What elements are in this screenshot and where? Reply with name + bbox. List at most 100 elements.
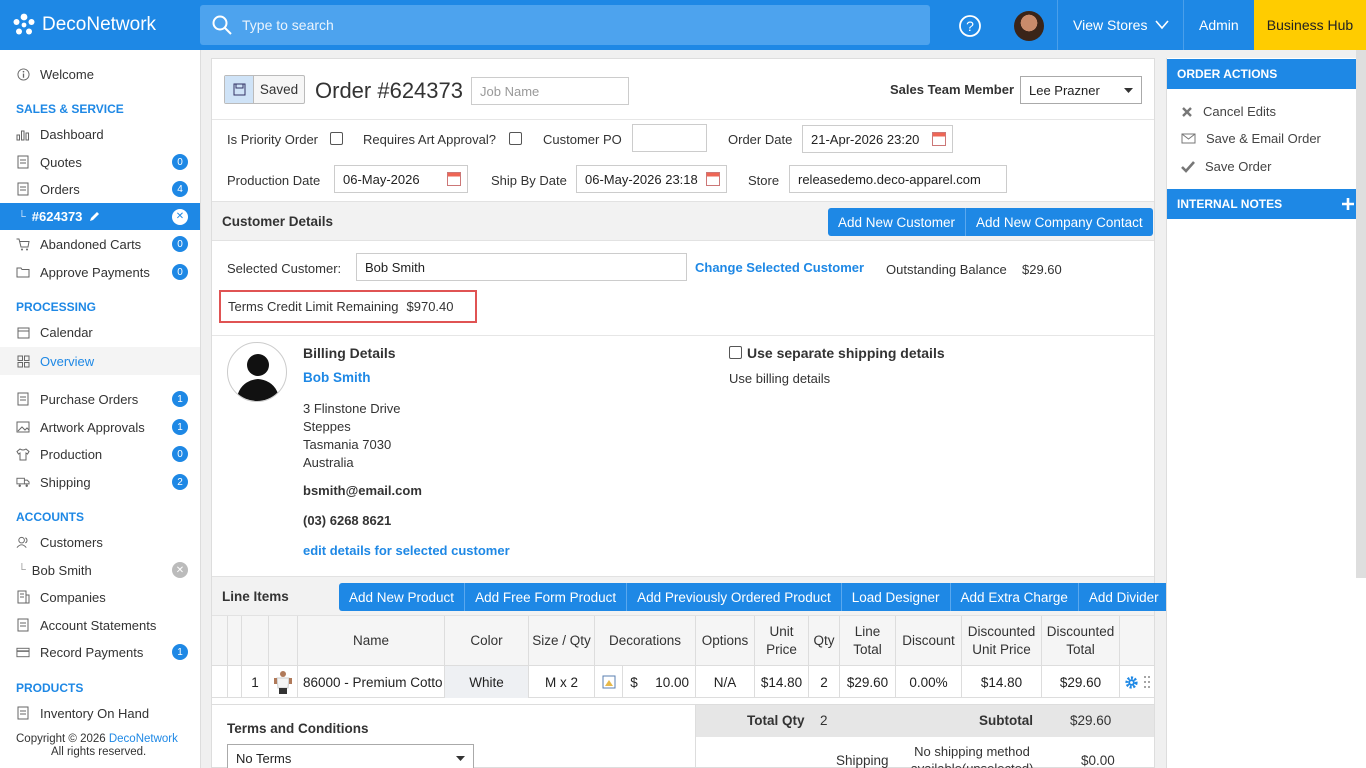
col-image — [269, 616, 298, 666]
sidebar-item-overview[interactable]: Overview — [0, 347, 200, 375]
sidebar-item-companies[interactable]: Companies — [0, 584, 200, 610]
sidebar-item-current-customer[interactable]: └ Bob Smith ✕ — [0, 557, 200, 583]
change-customer-link[interactable]: Change Selected Customer — [695, 260, 864, 275]
col-line-total[interactable]: Line Total — [840, 616, 896, 666]
terms-select[interactable]: No Terms — [227, 744, 474, 768]
sidebar-item-customers[interactable]: Customers — [0, 529, 200, 555]
add-extra-charge-button[interactable]: Add Extra Charge — [951, 583, 1079, 611]
shipping-method: No shipping method available(unselected) — [902, 743, 1042, 768]
sidebar-item-dashboard[interactable]: Dashboard — [0, 121, 200, 147]
sidebar-item-calendar[interactable]: Calendar — [0, 319, 200, 345]
col-discounted-unit[interactable]: Discounted Unit Price — [962, 616, 1042, 666]
product-thumbnail[interactable] — [269, 666, 298, 698]
col-discounted-total[interactable]: Discounted Total — [1042, 616, 1120, 666]
add-divider-button[interactable]: Add Divider — [1079, 583, 1169, 611]
product-name-cell[interactable]: 86000 - Premium Cotto — [298, 666, 445, 698]
col-options[interactable]: Options — [696, 616, 755, 666]
view-stores-menu[interactable]: View Stores — [1073, 0, 1170, 50]
line-items-header: Line Items Add New Product Add Free Form… — [212, 576, 1169, 616]
plus-icon[interactable] — [1341, 197, 1355, 211]
add-company-contact-button[interactable]: Add New Company Contact — [966, 208, 1153, 236]
priority-checkbox[interactable] — [330, 132, 343, 145]
address-line: Australia — [303, 455, 354, 470]
save-order-button[interactable]: Save Order — [1181, 159, 1271, 174]
col-discount[interactable]: Discount — [896, 616, 962, 666]
discount-cell[interactable]: 0.00% — [896, 666, 962, 698]
art-approval-checkbox[interactable] — [509, 132, 522, 145]
col-decorations[interactable]: Decorations — [595, 616, 696, 666]
logo[interactable]: DecoNetwork — [12, 13, 156, 37]
sidebar-item-production[interactable]: Production 0 — [0, 441, 200, 467]
user-avatar[interactable] — [1014, 11, 1044, 41]
sidebar-item-abandoned-carts[interactable]: Abandoned Carts 0 — [0, 231, 200, 257]
sidebar-item-artwork-approvals[interactable]: Artwork Approvals 1 — [0, 414, 200, 440]
col-color[interactable]: Color — [445, 616, 529, 666]
sidebar-item-welcome[interactable]: Welcome — [0, 61, 200, 87]
ship-by-input[interactable]: 06-May-2026 23:18 — [576, 165, 727, 193]
sidebar-item-quotes[interactable]: Quotes 0 — [0, 149, 200, 175]
separate-shipping-checkbox[interactable] — [729, 346, 742, 359]
admin-link[interactable]: Admin — [1199, 0, 1239, 50]
search-input[interactable]: Type to search — [200, 5, 930, 45]
order-panel: Saved Order #624373 Job Name Sales Team … — [211, 58, 1169, 768]
drag-handle-icon[interactable] — [1143, 675, 1151, 689]
copyright-link[interactable]: DecoNetwork — [109, 733, 178, 745]
sidebar-item-approve-payments[interactable]: Approve Payments 0 — [0, 259, 200, 285]
sidebar-item-account-statements[interactable]: Account Statements — [0, 612, 200, 638]
calendar-icon[interactable] — [706, 172, 720, 186]
color-cell[interactable]: White — [445, 666, 529, 698]
selected-customer-input[interactable]: Bob Smith — [356, 253, 687, 281]
line-total-cell: $29.60 — [840, 666, 896, 698]
subtotal-label: Subtotal — [979, 713, 1033, 728]
customer-po-input[interactable] — [632, 124, 707, 152]
gear-icon[interactable] — [1124, 675, 1139, 690]
edit-customer-link[interactable]: edit details for selected customer — [303, 543, 510, 558]
order-date-label: Order Date — [728, 132, 793, 147]
decoration-icon[interactable] — [595, 666, 623, 698]
calendar-icon[interactable] — [932, 132, 946, 146]
users-icon — [16, 535, 30, 549]
unit-price-cell[interactable]: $14.80 — [755, 666, 809, 698]
scrollbar[interactable] — [1356, 50, 1366, 578]
col-qty[interactable]: Qty — [809, 616, 840, 666]
col-name[interactable]: Name — [298, 616, 445, 666]
load-designer-button[interactable]: Load Designer — [842, 583, 951, 611]
sidebar-item-shipping[interactable]: Shipping 2 — [0, 469, 200, 495]
job-name-input[interactable]: Job Name — [471, 77, 629, 105]
add-previously-ordered-button[interactable]: Add Previously Ordered Product — [627, 583, 842, 611]
sidebar-item-label: Purchase Orders — [40, 391, 139, 407]
customer-button-group: Add New Customer Add New Company Contact — [828, 208, 1153, 236]
store-input[interactable]: releasedemo.deco-apparel.com — [789, 165, 1007, 193]
add-new-product-button[interactable]: Add New Product — [339, 583, 466, 611]
cancel-edits-button[interactable]: Cancel Edits — [1181, 104, 1276, 119]
ship-by-value: 06-May-2026 23:18 — [585, 171, 698, 187]
sidebar-item-orders[interactable]: Orders 4 — [0, 176, 200, 202]
business-hub-button[interactable]: Business Hub — [1254, 0, 1366, 50]
close-icon[interactable]: ✕ — [172, 208, 188, 225]
sidebar-item-label: Bob Smith — [31, 562, 92, 578]
sales-member-value: Lee Prazner — [1029, 82, 1100, 98]
sales-member-select[interactable]: Lee Prazner — [1020, 76, 1142, 104]
col-unit-price[interactable]: Unit Price — [755, 616, 809, 666]
row-handle[interactable] — [212, 666, 228, 698]
order-date-input[interactable]: 21-Apr-2026 23:20 — [802, 125, 953, 153]
close-icon[interactable]: ✕ — [172, 562, 188, 578]
store-label: Store — [748, 173, 780, 188]
action-label: Save & Email Order — [1206, 131, 1321, 146]
sidebar-item-inventory[interactable]: Inventory On Hand — [0, 700, 200, 726]
calendar-icon[interactable] — [447, 172, 461, 186]
col-size[interactable]: Size / Qty — [529, 616, 595, 666]
billing-name-link[interactable]: Bob Smith — [303, 370, 371, 385]
production-date-input[interactable]: 06-May-2026 — [334, 165, 468, 193]
table-row[interactable]: 1 86000 - Premium Cotto White M x 2 $ 10… — [212, 666, 1154, 698]
decoration-price[interactable]: 10.00 — [645, 666, 696, 698]
sidebar-item-record-payments[interactable]: Record Payments 1 — [0, 639, 200, 665]
sidebar-item-purchase-orders[interactable]: Purchase Orders 1 — [0, 386, 200, 412]
size-qty-cell[interactable]: M x 2 — [529, 666, 595, 698]
row-select[interactable] — [228, 666, 242, 698]
save-email-order-button[interactable]: Save & Email Order — [1181, 131, 1321, 146]
add-new-customer-button[interactable]: Add New Customer — [828, 208, 967, 236]
sidebar-item-current-order[interactable]: └ #624373 ✕ — [0, 203, 200, 230]
help-icon[interactable]: ? — [958, 14, 982, 41]
add-free-form-product-button[interactable]: Add Free Form Product — [465, 583, 628, 611]
